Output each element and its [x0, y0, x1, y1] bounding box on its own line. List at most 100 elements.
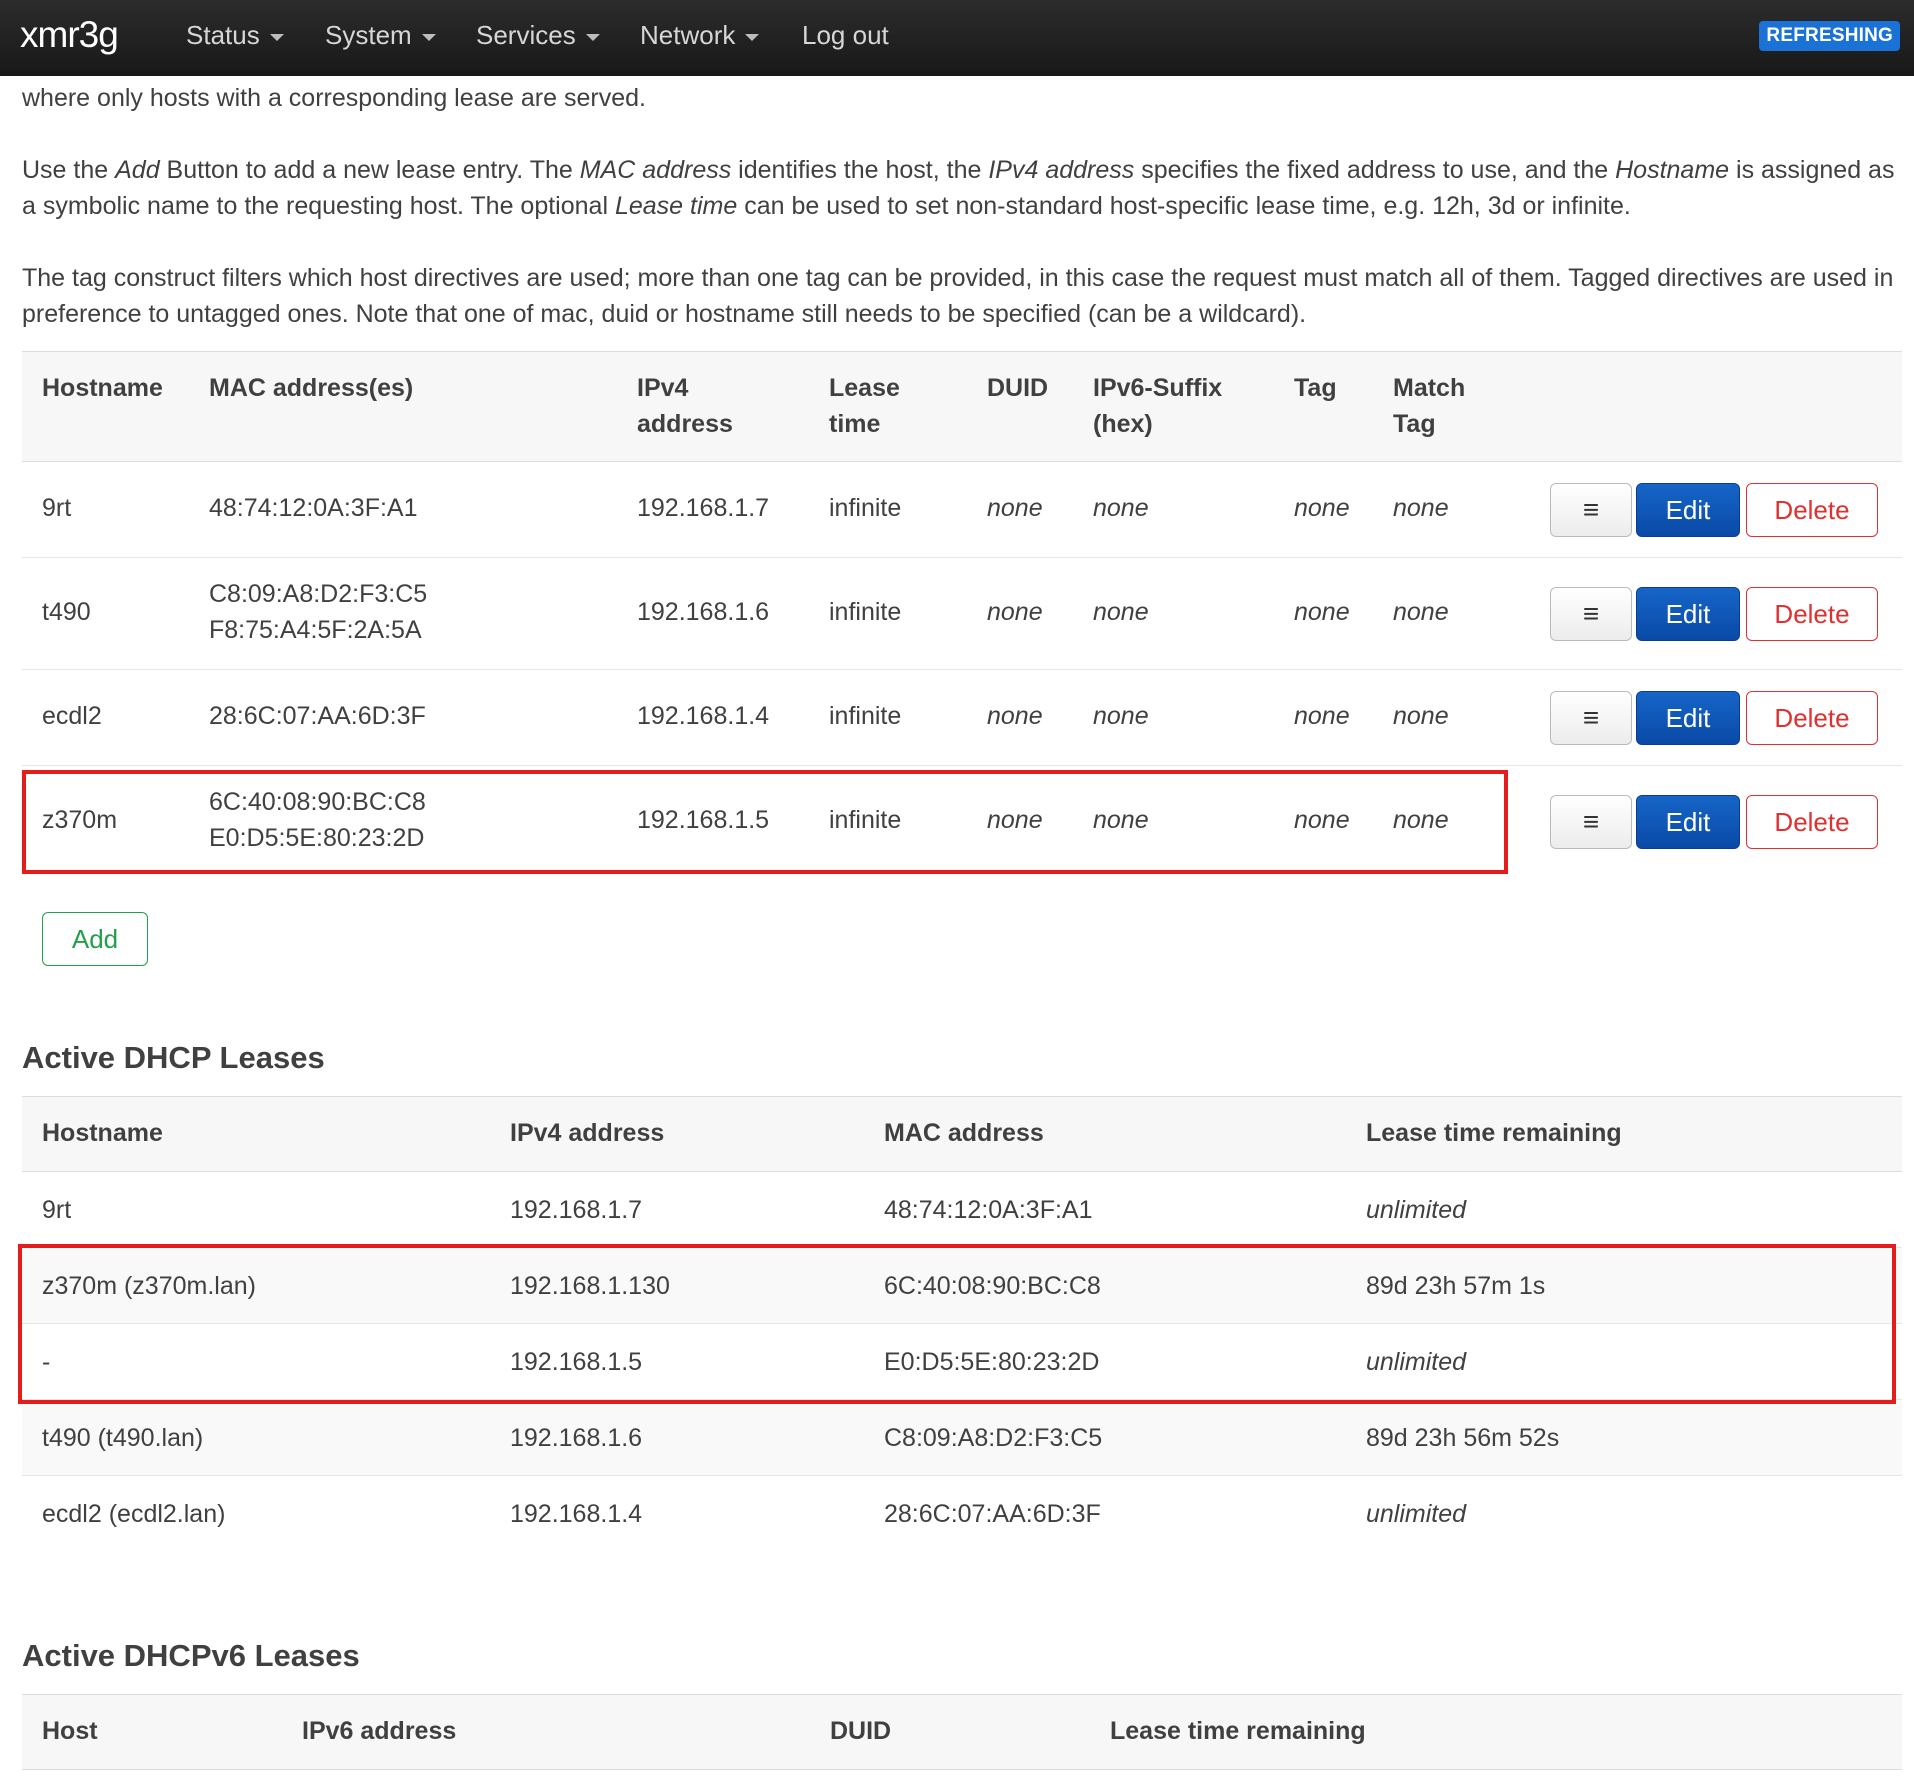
col-hostname: Hostname	[42, 1119, 163, 1147]
brand-logo[interactable]: xmr3g	[20, 14, 119, 56]
static-lease-row: ecdl2 28:6C:07:AA:6D:3F 192.168.1.4 infi…	[22, 670, 1902, 766]
mac-line: C8:09:A8:D2:F3:C5	[209, 580, 428, 608]
lease-remaining-cell: unlimited	[1366, 1348, 1467, 1376]
ipv4-cell: 192.168.1.6	[510, 1424, 643, 1452]
dhcp-lease-row: - 192.168.1.5 E0:D5:5E:80:23:2D unlimite…	[22, 1324, 1902, 1400]
nav-network-menu[interactable]: Network	[640, 20, 760, 51]
drag-handle-button[interactable]: ≡	[1550, 795, 1632, 849]
drag-handle-button[interactable]: ≡	[1550, 691, 1632, 745]
duid-cell: none	[987, 806, 1043, 834]
col-match-tag: Match Tag	[1393, 370, 1465, 442]
caret-down-icon	[269, 34, 284, 41]
mac-line: E0:D5:5E:80:23:2D	[209, 824, 425, 852]
hostname-cell: 9rt	[42, 1196, 72, 1224]
mac-cell: C8:09:A8:D2:F3:C5 F8:75:A4:5F:2A:5A	[209, 576, 427, 648]
tag-cell: none	[1294, 598, 1350, 626]
col-tag: Tag	[1294, 374, 1337, 402]
drag-handle-button[interactable]: ≡	[1550, 483, 1632, 537]
nav-system-menu[interactable]: System	[325, 20, 436, 51]
intro-paragraph-2: Use the Add Button to add a new lease en…	[22, 152, 1902, 224]
text-run: Button to add a new lease entry. The	[159, 156, 580, 184]
lease-remaining-cell: 89d 23h 57m 1s	[1366, 1272, 1546, 1300]
col-lease-time: Lease time	[829, 370, 900, 442]
text-run: identifies the host, the	[731, 156, 989, 184]
emphasized-term: IPv4 address	[988, 156, 1135, 184]
nav-status-menu[interactable]: Status	[186, 20, 284, 51]
col-ipv6: IPv6 address	[302, 1717, 457, 1745]
refreshing-badge[interactable]: REFRESHING	[1759, 21, 1900, 51]
hostname-cell: 9rt	[42, 494, 72, 522]
match-tag-cell: none	[1393, 598, 1449, 626]
drag-handle-button[interactable]: ≡	[1550, 587, 1632, 641]
delete-button[interactable]: Delete	[1746, 483, 1878, 537]
match-tag-cell: none	[1393, 494, 1449, 522]
intro-paragraph-1: where only hosts with a corresponding le…	[22, 84, 646, 112]
ipv4-cell: 192.168.1.130	[510, 1272, 670, 1300]
nav-status-label: Status	[186, 20, 260, 50]
intro-paragraph-3: The tag construct filters which host dir…	[22, 264, 1894, 328]
text-run: can be used to set non-standard host-spe…	[737, 192, 1631, 220]
hostname-cell: t490	[42, 598, 91, 626]
static-leases-header: Hostname MAC address(es) IPv4 address Le…	[22, 351, 1902, 462]
col-lease-line1: Lease	[829, 374, 900, 402]
edit-button[interactable]: Edit	[1636, 691, 1740, 745]
text-run: Use the	[22, 156, 116, 184]
edit-button[interactable]: Edit	[1636, 795, 1740, 849]
ipv6-suffix-cell: none	[1093, 598, 1149, 626]
ipv4-cell: 192.168.1.4	[637, 702, 770, 730]
logout-link[interactable]: Log out	[802, 20, 889, 51]
hostname-cell: -	[42, 1348, 51, 1376]
edit-button[interactable]: Edit	[1636, 587, 1740, 641]
nav-network-label: Network	[640, 20, 736, 50]
col-ipv6-line1: IPv6-Suffix	[1093, 374, 1223, 402]
col-ipv4-line2: address	[637, 410, 733, 438]
hostname-cell: z370m	[42, 806, 118, 834]
lease-time-cell: infinite	[829, 598, 902, 626]
dhcpv6-leases-title: Active DHCPv6 Leases	[22, 1638, 360, 1673]
dhcp-lease-row: t490 (t490.lan) 192.168.1.6 C8:09:A8:D2:…	[22, 1400, 1902, 1476]
col-ipv6-line2: (hex)	[1093, 410, 1153, 438]
col-mac: MAC address(es)	[209, 374, 414, 402]
tag-cell: none	[1294, 494, 1350, 522]
caret-down-icon	[585, 34, 600, 41]
ipv6-suffix-cell: none	[1093, 806, 1149, 834]
lease-remaining-cell: 89d 23h 56m 52s	[1366, 1424, 1560, 1452]
nav-services-menu[interactable]: Services	[476, 20, 600, 51]
col-host: Host	[42, 1717, 98, 1745]
col-ipv4-line1: IPv4	[637, 374, 689, 402]
dhcpv6-leases-header: Host IPv6 address DUID Lease time remain…	[22, 1694, 1902, 1770]
col-ipv4: IPv4 address	[510, 1119, 665, 1147]
col-match-line2: Tag	[1393, 410, 1436, 438]
emphasized-term: Add	[115, 156, 160, 184]
col-duid: DUID	[987, 374, 1049, 402]
delete-button[interactable]: Delete	[1746, 795, 1878, 849]
duid-cell: none	[987, 598, 1043, 626]
top-navbar: xmr3g Status System Services Network Log…	[0, 0, 1914, 76]
col-ipv6-suffix: IPv6-Suffix (hex)	[1093, 370, 1222, 442]
tag-cell: none	[1294, 806, 1350, 834]
ipv4-cell: 192.168.1.7	[510, 1196, 643, 1224]
mac-line: 6C:40:08:90:BC:C8	[209, 788, 426, 816]
dhcp-leases-title: Active DHCP Leases	[22, 1040, 325, 1075]
ipv6-suffix-cell: none	[1093, 702, 1149, 730]
col-match-line1: Match	[1393, 374, 1466, 402]
mac-cell: 48:74:12:0A:3F:A1	[209, 494, 418, 522]
edit-button[interactable]: Edit	[1636, 483, 1740, 537]
hostname-cell: ecdl2 (ecdl2.lan)	[42, 1500, 226, 1528]
ipv4-cell: 192.168.1.6	[637, 598, 770, 626]
dhcp-lease-row: ecdl2 (ecdl2.lan) 192.168.1.4 28:6C:07:A…	[22, 1476, 1902, 1552]
tag-cell: none	[1294, 702, 1350, 730]
lease-remaining-cell: unlimited	[1366, 1500, 1467, 1528]
delete-button[interactable]: Delete	[1746, 587, 1878, 641]
delete-button[interactable]: Delete	[1746, 691, 1878, 745]
lease-time-cell: infinite	[829, 702, 902, 730]
match-tag-cell: none	[1393, 806, 1449, 834]
duid-cell: none	[987, 494, 1043, 522]
ipv4-cell: 192.168.1.4	[510, 1500, 643, 1528]
hostname-cell: ecdl2	[42, 702, 102, 730]
mac-cell: 6C:40:08:90:BC:C8	[884, 1272, 1101, 1300]
ipv4-cell: 192.168.1.5	[637, 806, 770, 834]
emphasized-term: MAC address	[579, 156, 732, 184]
add-button[interactable]: Add	[42, 912, 148, 966]
dhcp-lease-row: 9rt 192.168.1.7 48:74:12:0A:3F:A1 unlimi…	[22, 1172, 1902, 1248]
